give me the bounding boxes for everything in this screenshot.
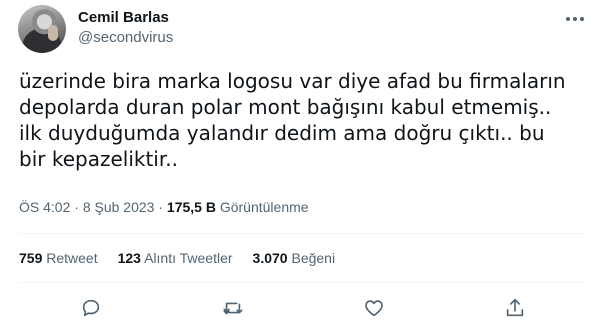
share-button[interactable] (503, 296, 527, 320)
divider (19, 233, 583, 234)
retweet-icon (223, 302, 243, 315)
avatar-detail (48, 25, 58, 41)
share-icon (506, 298, 524, 317)
likes-count: 3.070 (252, 250, 288, 266)
likes-stat[interactable]: 3.070 Beğeni (253, 249, 336, 267)
tweet-stats: 759 Retweet 123 Alıntı Tweetler 3.070 Be… (19, 249, 335, 267)
heart-icon (365, 300, 383, 317)
retweets-stat[interactable]: 759 Retweet (19, 249, 98, 267)
more-dot (580, 17, 584, 21)
tweet-text: üzerinde bira marka logosu var diye afad… (19, 69, 566, 171)
retweets-label: Retweet (46, 250, 98, 266)
tweet-card: Cemil Barlas @secondvirus üzerinde bira … (0, 0, 597, 327)
retweet-button[interactable] (221, 296, 245, 320)
more-dot (573, 17, 577, 21)
reply-icon (82, 299, 100, 317)
tweet-date[interactable]: 8 Şub 2023 (83, 199, 155, 215)
divider (19, 282, 583, 283)
author-handle[interactable]: @secondvirus (78, 29, 173, 47)
tweet-time[interactable]: ÖS 4:02 (19, 199, 70, 215)
views-count: 175,5 B (166, 199, 216, 215)
like-button[interactable] (362, 296, 386, 320)
reply-button[interactable] (79, 296, 103, 320)
author-name[interactable]: Cemil Barlas (78, 9, 169, 27)
more-horizontal-icon[interactable] (566, 13, 586, 25)
likes-label: Beğeni (291, 250, 336, 266)
quotes-stat[interactable]: 123 Alıntı Tweetler (118, 249, 233, 267)
more-dot (566, 17, 570, 21)
avatar[interactable] (18, 5, 66, 53)
meta-separator: · (158, 199, 164, 215)
tweet-meta: ÖS 4:02 · 8 Şub 2023 · 175,5 B Görüntüle… (19, 198, 309, 216)
action-bar (0, 296, 597, 320)
quotes-label: Alıntı Tweetler (144, 250, 233, 266)
quotes-count: 123 (117, 250, 141, 266)
views-label: Görüntülenme (219, 199, 309, 215)
retweets-count: 759 (19, 250, 43, 266)
meta-separator: · (74, 199, 79, 215)
